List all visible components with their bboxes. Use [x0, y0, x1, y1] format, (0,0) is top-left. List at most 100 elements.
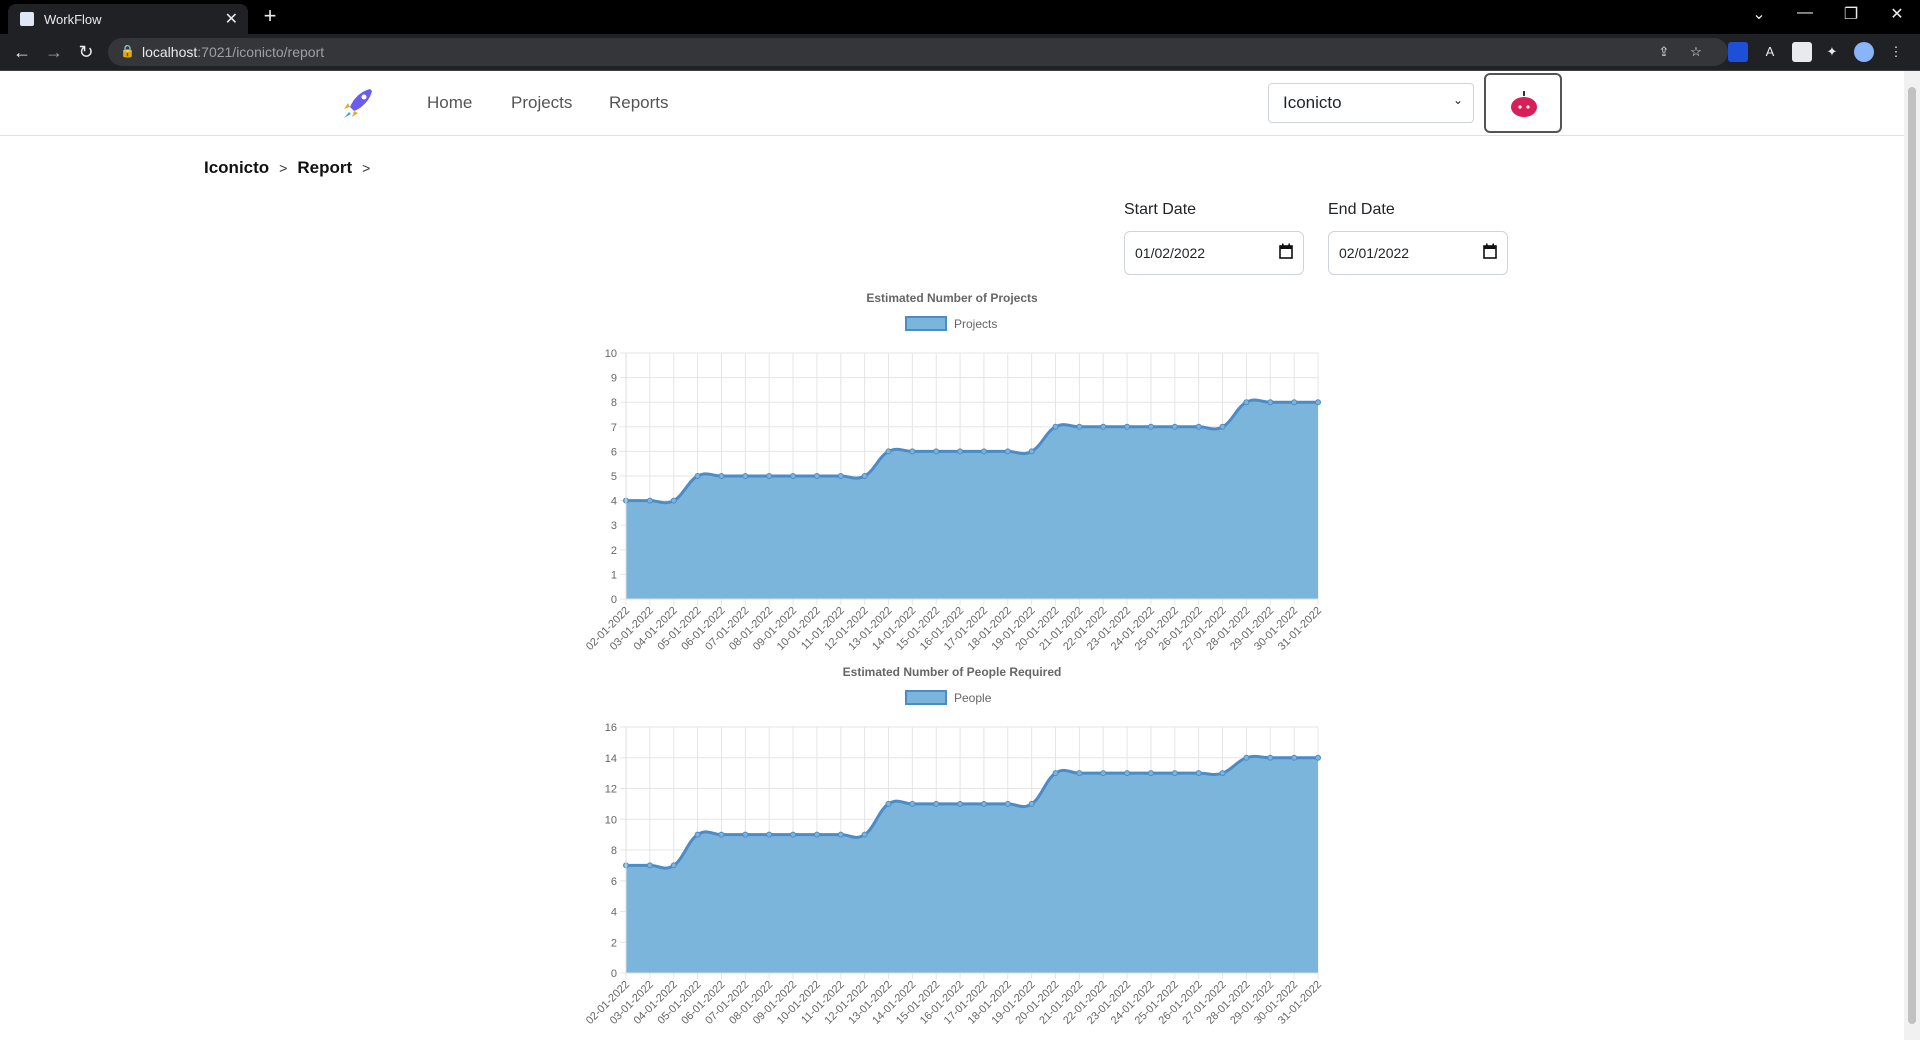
data-point — [1052, 770, 1059, 777]
legend-swatch — [905, 316, 947, 331]
projects-chart: Estimated Number of Projects Projects 0 1 2 3… — [584, 291, 1324, 653]
data-point — [1076, 423, 1083, 430]
puzzle-extensions-icon[interactable]: ✦ — [1822, 42, 1842, 62]
data-point — [909, 800, 916, 807]
data-point — [1100, 423, 1107, 430]
share-icon[interactable]: ⇪ — [1654, 42, 1674, 62]
data-point — [1147, 770, 1154, 777]
data-point — [766, 473, 773, 479]
translate-extension-icon[interactable]: A — [1760, 42, 1780, 62]
rocket-logo-icon[interactable] — [340, 85, 376, 121]
y-tick-label: 6 — [611, 446, 617, 458]
data-point — [837, 831, 844, 838]
data-point — [1004, 800, 1011, 807]
browser-tab[interactable]: WorkFlow ✕ — [8, 4, 248, 34]
tab-title: WorkFlow — [44, 12, 102, 27]
chart-title: Estimated Number of Projects — [866, 291, 1038, 305]
y-tick-label: 2 — [611, 937, 617, 949]
legend-label: Projects — [954, 317, 997, 331]
data-point — [1004, 448, 1011, 455]
y-tick-label: 7 — [611, 422, 617, 434]
app-navbar: Home Projects Reports Iconicto ⌄ — [0, 71, 1904, 136]
nav-home[interactable]: Home — [427, 93, 472, 113]
browser-toolbar: ← → ↻ 🔒 localhost:7021/iconicto/report ⇪… — [0, 34, 1920, 71]
back-button[interactable]: ← — [10, 40, 34, 64]
data-point — [1219, 423, 1226, 430]
start-date-value: 01/02/2022 — [1135, 245, 1206, 261]
data-point — [742, 473, 749, 479]
tab-search-icon[interactable]: ⌄ — [1744, 4, 1774, 24]
data-point — [1291, 399, 1298, 406]
bookmark-star-icon[interactable]: ☆ — [1686, 42, 1706, 62]
end-date-input[interactable]: 02/01/2022 — [1328, 231, 1508, 275]
people-chart: Estimated Number of People Required Peopl… — [584, 665, 1324, 1027]
new-tab-button[interactable]: + — [258, 4, 282, 28]
data-point — [766, 831, 773, 838]
y-tick-label: 12 — [605, 784, 617, 796]
data-point — [813, 831, 820, 838]
address-bar[interactable]: 🔒 localhost:7021/iconicto/report — [108, 38, 1728, 66]
data-point — [718, 831, 725, 838]
data-point — [1147, 423, 1154, 430]
data-point — [1171, 770, 1178, 777]
y-tick-label: 4 — [611, 907, 617, 919]
data-point — [1195, 770, 1202, 777]
data-point — [694, 831, 701, 838]
minimize-button[interactable]: — — [1790, 4, 1820, 22]
end-date-value: 02/01/2022 — [1339, 245, 1410, 261]
breadcrumb-item-report[interactable]: Report — [297, 158, 352, 178]
data-point — [885, 448, 892, 455]
y-tick-label: 8 — [611, 397, 617, 409]
close-window-button[interactable]: ✕ — [1882, 4, 1912, 24]
start-date-label: Start Date — [1124, 201, 1197, 218]
y-tick-label: 4 — [611, 496, 617, 508]
extension-icon[interactable] — [1792, 42, 1812, 62]
y-tick-label: 5 — [611, 471, 617, 483]
scrollbar-thumb[interactable] — [1908, 87, 1916, 1024]
organization-select[interactable]: Iconicto ⌄ — [1268, 83, 1474, 123]
y-tick-label: 10 — [605, 814, 617, 826]
browser-menu-icon[interactable]: ⋮ — [1886, 42, 1906, 62]
data-point — [670, 497, 677, 504]
y-tick-label: 1 — [611, 569, 617, 581]
data-point — [718, 473, 725, 479]
data-point — [1315, 399, 1321, 406]
legend-label: People — [954, 691, 992, 705]
reload-button[interactable]: ↻ — [74, 40, 98, 64]
start-date-input[interactable]: 01/02/2022 — [1124, 231, 1304, 275]
y-tick-label: 8 — [611, 845, 617, 857]
y-tick-label: 0 — [611, 968, 617, 980]
user-avatar-button[interactable] — [1484, 73, 1562, 133]
end-date-label: End Date — [1328, 201, 1395, 218]
page-favicon-icon — [20, 12, 34, 26]
robot-avatar-icon — [1511, 91, 1537, 117]
data-point — [933, 800, 940, 807]
extension-icon[interactable] — [1728, 42, 1748, 62]
breadcrumb-item-org[interactable]: Iconicto — [204, 158, 269, 178]
y-tick-label: 16 — [605, 722, 617, 734]
data-point — [885, 800, 892, 807]
profile-avatar-icon[interactable] — [1854, 42, 1874, 62]
nav-projects[interactable]: Projects — [511, 93, 572, 113]
breadcrumb-separator: > — [279, 160, 288, 176]
data-point — [1124, 423, 1131, 430]
page-scrollbar[interactable] — [1904, 71, 1920, 1040]
browser-tab-bar: WorkFlow ✕ + ⌄ — ❐ ✕ — [0, 0, 1920, 34]
y-tick-label: 2 — [611, 545, 617, 557]
data-point — [813, 473, 820, 479]
nav-reports[interactable]: Reports — [609, 93, 669, 113]
tab-close-icon[interactable]: ✕ — [225, 9, 238, 29]
forward-button[interactable]: → — [42, 40, 66, 64]
legend-swatch — [905, 690, 947, 705]
restore-button[interactable]: ❐ — [1836, 4, 1866, 24]
data-point — [1052, 423, 1059, 430]
chevron-down-icon: ⌄ — [1452, 93, 1463, 107]
calendar-icon[interactable] — [1483, 243, 1497, 259]
url-text: localhost:7021/iconicto/report — [142, 44, 325, 60]
calendar-icon[interactable] — [1279, 243, 1293, 259]
data-point — [1028, 448, 1035, 455]
lock-icon: 🔒 — [120, 44, 135, 58]
y-tick-label: 3 — [611, 520, 617, 532]
data-point — [933, 448, 940, 455]
data-point — [980, 448, 987, 455]
